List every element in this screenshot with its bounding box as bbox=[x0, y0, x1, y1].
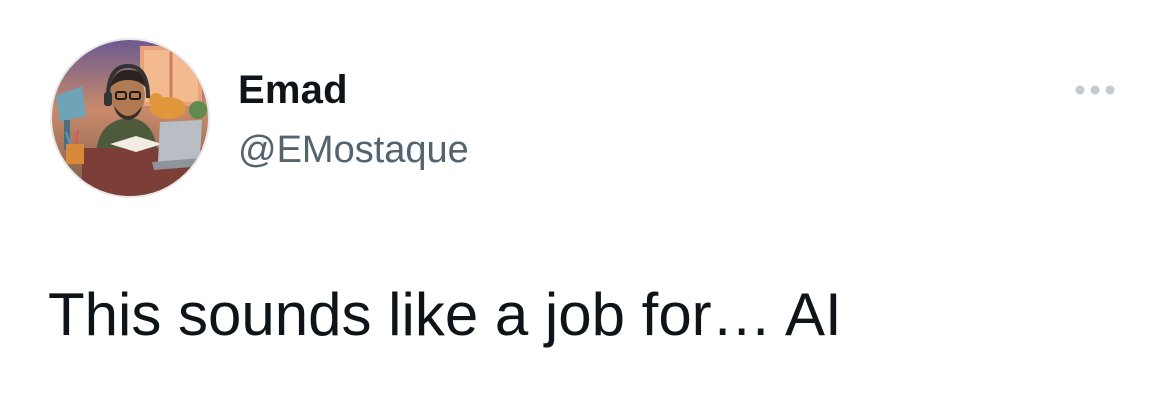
more-options-icon bbox=[1075, 85, 1115, 95]
author-avatar[interactable] bbox=[52, 40, 208, 196]
author-handle[interactable]: @EMostaque bbox=[238, 127, 469, 173]
tweet-text: This sounds like a job for… AI bbox=[48, 281, 842, 348]
bitmoji-avatar-icon bbox=[52, 40, 208, 196]
author-display-name[interactable]: Emad bbox=[238, 66, 348, 114]
more-options-button[interactable] bbox=[1068, 78, 1122, 102]
